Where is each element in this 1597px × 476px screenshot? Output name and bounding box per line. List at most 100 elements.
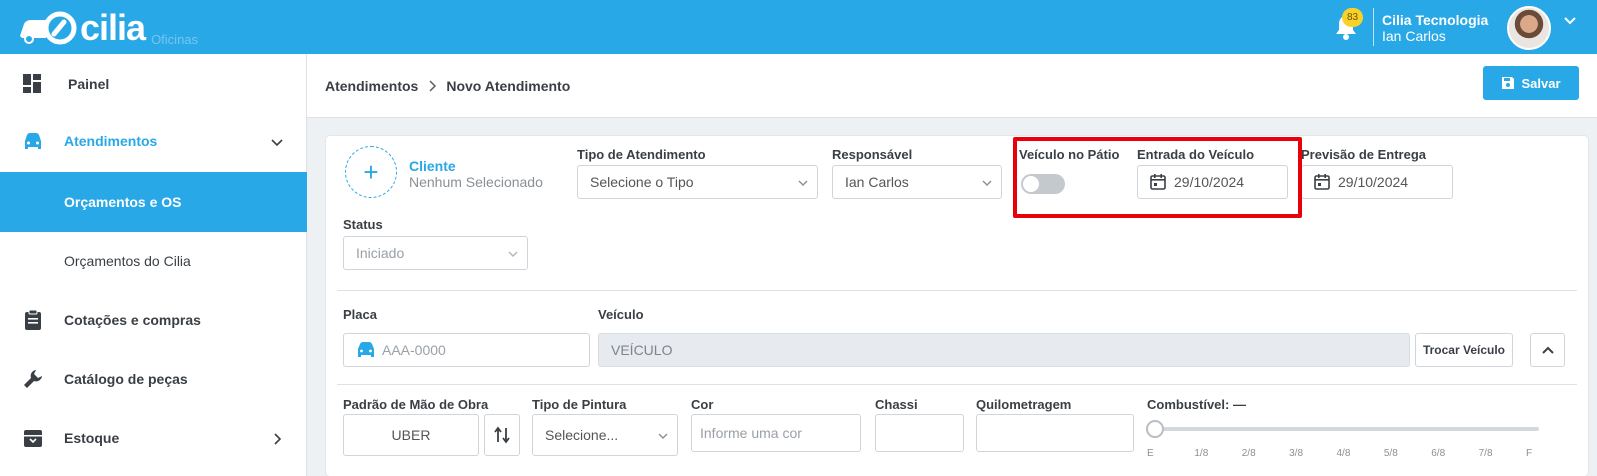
sidebar-item-orcamentos-os[interactable]: Orçamentos e OS	[0, 172, 307, 232]
fuel-tick-label: 1/8	[1194, 448, 1209, 459]
previsao-entrega-value: 29/10/2024	[1338, 174, 1409, 190]
veiculo-label: Veículo	[598, 307, 644, 322]
tipo-pintura-select[interactable]: Selecione...	[532, 414, 678, 456]
avatar[interactable]	[1507, 6, 1551, 50]
quilometragem-input[interactable]	[976, 414, 1134, 452]
top-bar: cilia Oficinas 83 Cilia Tecnologia Ian C…	[0, 0, 1597, 54]
plus-icon: +	[363, 157, 379, 187]
logo-text: cilia	[80, 7, 146, 48]
chevron-down-icon[interactable]	[1563, 14, 1577, 28]
fuel-tick-label: 2/8	[1241, 448, 1256, 459]
padrao-mao-obra-label: Padrão de Mão de Obra	[343, 397, 489, 412]
floppy-disk-icon	[1502, 77, 1515, 89]
chevron-right-icon	[274, 433, 282, 445]
fuel-tick-label: 5/8	[1383, 448, 1398, 459]
sidebar-item-orcamentos-cilia[interactable]: Orçamentos do Cilia	[0, 231, 307, 291]
archive-icon	[24, 430, 42, 447]
sidebar: Painel Atendimentos Orçamentos e OS Orça…	[0, 54, 307, 476]
fuel-tick-label: 7/8	[1478, 448, 1493, 459]
dashboard-icon	[23, 74, 41, 93]
add-cliente-button[interactable]: +	[345, 146, 397, 198]
cilia-logo[interactable]: cilia Oficinas	[16, 8, 198, 48]
chevron-down-icon	[658, 433, 668, 439]
chevron-down-icon	[982, 180, 992, 186]
tipo-atendimento-label: Tipo de Atendimento	[577, 147, 706, 162]
previsao-entrega-date[interactable]: 29/10/2024	[1301, 165, 1453, 199]
chevron-up-icon	[1541, 346, 1554, 354]
veiculo-value: VEÍCULO	[611, 342, 673, 358]
tipo-pintura-label: Tipo de Pintura	[532, 397, 627, 412]
section-divider	[337, 384, 1577, 385]
fuel-tick-label: 6/8	[1431, 448, 1446, 459]
sidebar-item-label: Atendimentos	[64, 133, 158, 149]
trocar-veiculo-label: Trocar Veículo	[1422, 343, 1506, 357]
trocar-veiculo-button[interactable]: Trocar Veículo	[1415, 333, 1513, 367]
tipo-pintura-value: Selecione...	[545, 427, 619, 443]
breadcrumb-current: Novo Atendimento	[446, 78, 571, 94]
fuel-tick-label: 3/8	[1289, 448, 1304, 459]
sidebar-item-label: Cotações e compras	[64, 312, 201, 328]
combustivel-slider-track[interactable]	[1151, 427, 1539, 431]
notification-badge: 83	[1342, 8, 1363, 27]
fuel-tick-label: E	[1147, 448, 1154, 459]
cliente-subtitle: Nenhum Selecionado	[409, 174, 543, 190]
chevron-down-icon	[508, 251, 518, 257]
save-button[interactable]: Salvar	[1483, 66, 1579, 100]
user-info[interactable]: Cilia Tecnologia Ian Carlos	[1382, 12, 1488, 44]
placa-label: Placa	[343, 307, 377, 322]
calendar-icon	[1314, 174, 1330, 190]
cor-input[interactable]: Informe uma cor	[691, 414, 861, 452]
breadcrumb: Atendimentos Novo Atendimento	[325, 78, 570, 94]
swap-button[interactable]	[484, 414, 520, 456]
placa-input[interactable]: AAA-0000	[343, 333, 590, 367]
tipo-atendimento-select[interactable]: Selecione o Tipo	[577, 165, 818, 199]
section-divider	[337, 290, 1577, 291]
veiculo-field: VEÍCULO	[598, 333, 1410, 367]
sidebar-item-label: Orçamentos do Cilia	[64, 253, 191, 269]
sidebar-item-estoque[interactable]: Estoque	[0, 408, 307, 468]
previsao-entrega-label: Previsão de Entrega	[1301, 147, 1426, 162]
sidebar-item-label: Painel	[68, 76, 110, 92]
breadcrumb-root[interactable]: Atendimentos	[325, 78, 418, 94]
wrench-icon	[24, 370, 42, 388]
status-value: Iniciado	[356, 245, 405, 261]
collapse-button[interactable]	[1530, 333, 1565, 367]
chevron-down-icon	[798, 180, 808, 186]
fuel-tick-label: 4/8	[1336, 448, 1351, 459]
company-name: Cilia Tecnologia	[1382, 12, 1489, 28]
sidebar-item-painel[interactable]: Painel	[0, 54, 307, 114]
car-icon	[25, 133, 41, 149]
user-name: Ian Carlos	[1382, 28, 1446, 44]
combustivel-slider-handle[interactable]	[1146, 420, 1164, 438]
tipo-atendimento-value: Selecione o Tipo	[590, 174, 694, 190]
logo-subtitle: Oficinas	[151, 31, 199, 47]
responsavel-label: Responsável	[832, 147, 913, 162]
sidebar-item-label: Estoque	[64, 430, 120, 446]
chassi-input[interactable]	[875, 414, 964, 452]
responsavel-select[interactable]: Ian Carlos	[832, 165, 1002, 199]
sidebar-item-catalogo[interactable]: Catálogo de peças	[0, 349, 307, 409]
top-divider	[1373, 8, 1374, 46]
cor-placeholder: Informe uma cor	[700, 425, 802, 441]
sidebar-item-label: Orçamentos e OS	[64, 194, 182, 210]
sidebar-item-atendimentos[interactable]: Atendimentos	[0, 111, 307, 171]
logo-car-wrench-icon	[20, 11, 77, 45]
padrao-mao-obra-field[interactable]: UBER	[343, 414, 479, 456]
save-button-label: Salvar	[1521, 75, 1561, 91]
page-header: Atendimentos Novo Atendimento Salvar	[307, 54, 1597, 118]
status-select[interactable]: Iniciado	[343, 236, 528, 270]
cor-label: Cor	[691, 397, 714, 412]
quilometragem-label: Quilometragem	[976, 397, 1072, 412]
chassi-label: Chassi	[875, 397, 918, 412]
highlight-box	[1013, 137, 1302, 218]
swap-vertical-icon	[494, 426, 510, 444]
cliente-title[interactable]: Cliente	[409, 158, 456, 174]
placa-placeholder: AAA-0000	[382, 342, 446, 358]
status-label: Status	[343, 217, 383, 232]
sidebar-item-cotacoes[interactable]: Cotações e compras	[0, 290, 307, 350]
car-icon	[358, 342, 374, 357]
combustivel-label: Combustível: —	[1147, 397, 1246, 412]
padrao-mao-obra-value: UBER	[391, 427, 431, 443]
fuel-tick-label: F	[1526, 448, 1533, 459]
chevron-down-icon	[271, 139, 283, 147]
